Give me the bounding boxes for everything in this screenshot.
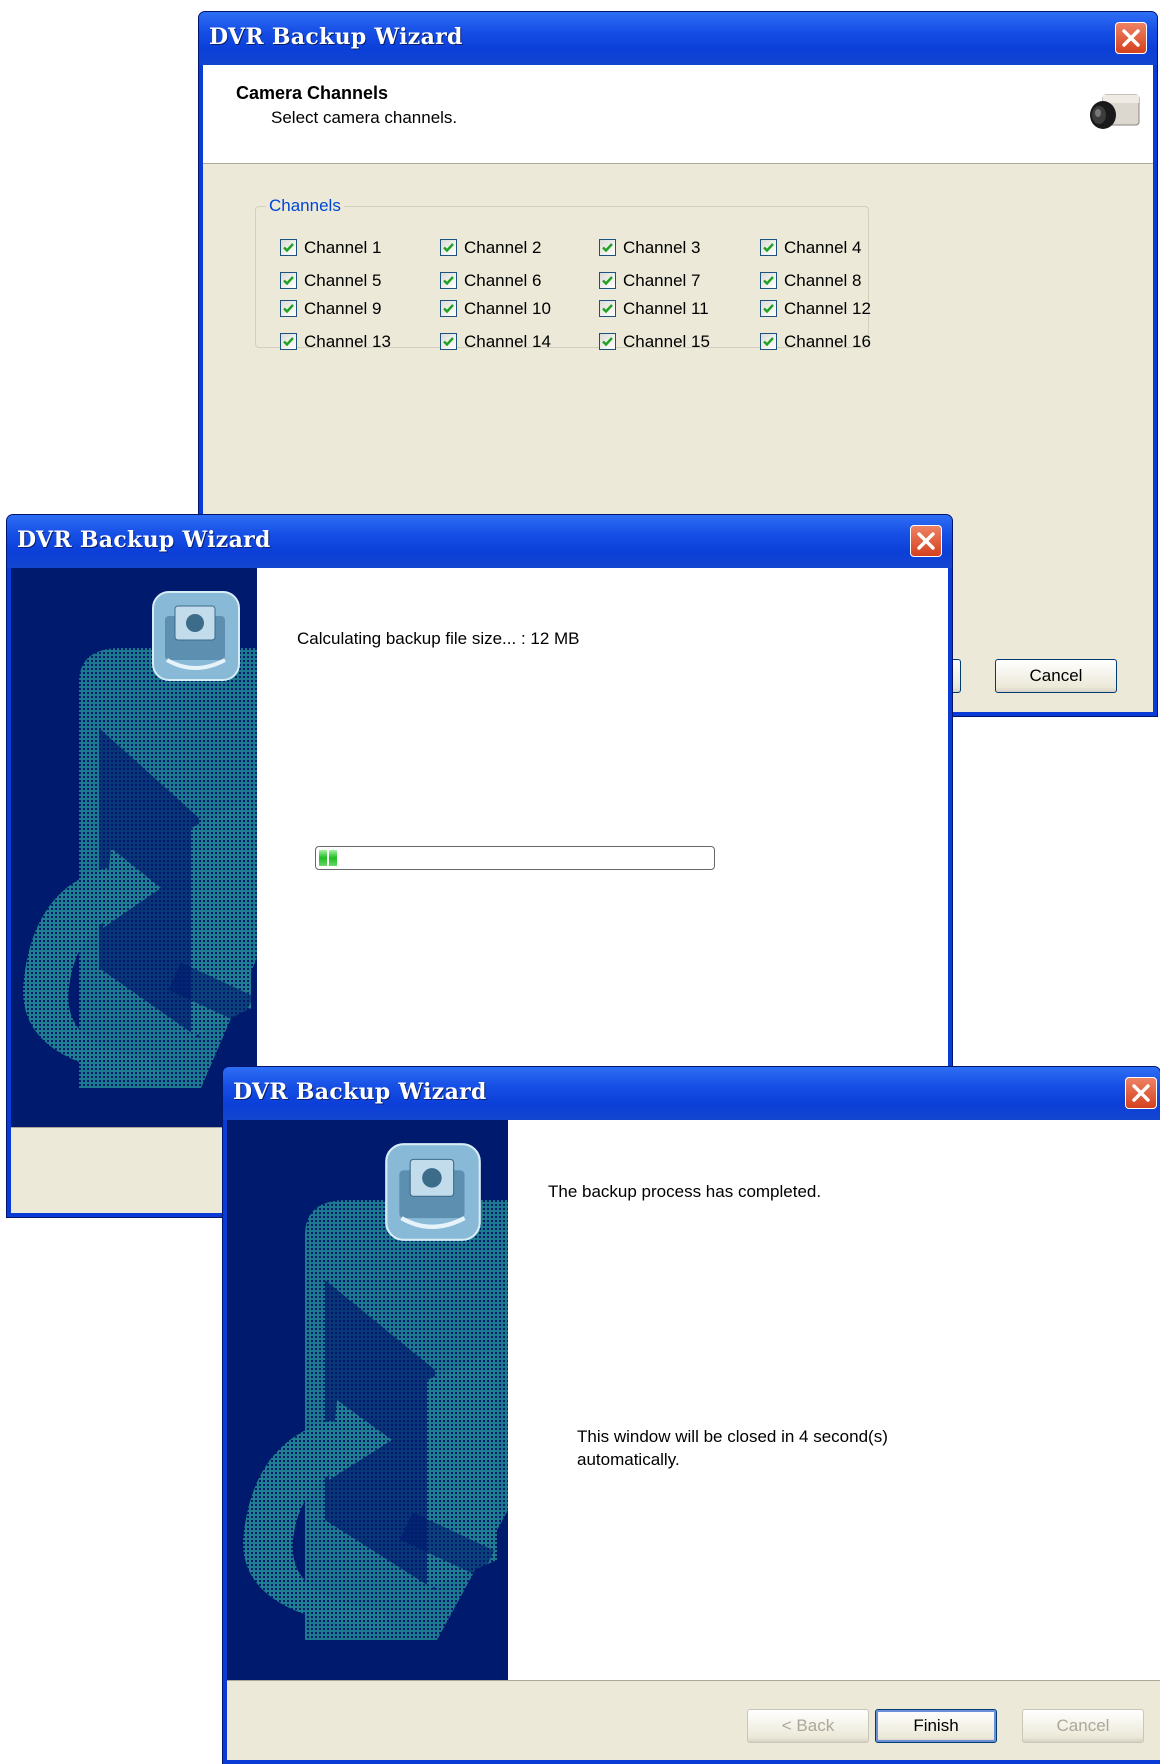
cancel-button[interactable]: Cancel: [1022, 1709, 1144, 1743]
title-bar[interactable]: DVR Backup Wizard: [223, 1067, 1160, 1120]
completion-message: The backup process has completed.: [548, 1182, 822, 1201]
checkmark-icon: [283, 304, 294, 314]
progress-segment: [329, 850, 337, 866]
group-label: Channels: [266, 196, 344, 216]
checkbox[interactable]: [760, 333, 777, 350]
channel-label: Channel 5: [304, 271, 382, 290]
close-button[interactable]: [1125, 1077, 1157, 1109]
wizard-header: Camera Channels Select camera channels.: [203, 65, 1153, 164]
checkbox[interactable]: [280, 300, 297, 317]
backup-device-icon: [152, 591, 240, 681]
channel-label: Channel 11: [623, 299, 709, 318]
checkmark-icon: [763, 304, 774, 314]
checkmark-icon: [763, 276, 774, 286]
checkmark-icon: [283, 276, 294, 286]
finish-button[interactable]: Finish: [875, 1709, 997, 1743]
window-title: DVR Backup Wizard: [233, 1079, 487, 1105]
channel-label: Channel 12: [784, 299, 871, 318]
checkmark-icon: [443, 304, 454, 314]
checkmark-icon: [602, 304, 613, 314]
checkbox[interactable]: [440, 272, 457, 289]
checkbox[interactable]: [599, 272, 616, 289]
wizard-footer: < Back Finish Cancel: [227, 1680, 1160, 1760]
window-client: The backup process has completed. This w…: [227, 1120, 1160, 1760]
checkbox[interactable]: [280, 333, 297, 350]
channel-label: Channel 13: [304, 332, 391, 351]
backup-device-icon: [385, 1143, 481, 1241]
checkmark-icon: [602, 276, 613, 286]
checkbox[interactable]: [599, 300, 616, 317]
channel-label: Channel 1: [304, 238, 382, 257]
close-icon: [917, 532, 935, 550]
wizard-side-panel: [227, 1120, 508, 1680]
progress-segment: [319, 850, 327, 866]
checkmark-icon: [602, 337, 613, 347]
checkbox[interactable]: [440, 300, 457, 317]
channel-label: Channel 7: [623, 271, 701, 290]
checkmark-icon: [443, 243, 454, 253]
channel-label: Channel 14: [464, 332, 551, 351]
channel-label: Channel 3: [623, 238, 701, 257]
channel-label: Channel 2: [464, 238, 542, 257]
checkbox[interactable]: [440, 239, 457, 256]
wizard-content: Calculating backup file size... : 12 MB: [257, 568, 948, 1127]
channel-label: Channel 15: [623, 332, 710, 351]
countdown-text-line1: This window will be closed in 4 second(s…: [577, 1427, 888, 1446]
checkmark-icon: [283, 243, 294, 253]
window-title: DVR Backup Wizard: [17, 527, 271, 553]
page-title: Camera Channels: [236, 83, 389, 103]
channel-label: Channel 10: [464, 299, 551, 318]
checkmark-icon: [443, 337, 454, 347]
close-icon: [1132, 1084, 1150, 1102]
channel-label: Channel 8: [784, 271, 862, 290]
wizard-side-panel: [11, 568, 257, 1127]
checkbox[interactable]: [280, 239, 297, 256]
checkmark-icon: [763, 243, 774, 253]
channel-label: Channel 16: [784, 332, 871, 351]
checkbox[interactable]: [599, 333, 616, 350]
close-button[interactable]: [910, 525, 942, 557]
checkmark-icon: [443, 276, 454, 286]
channel-label: Channel 6: [464, 271, 542, 290]
wizard-window-completed: DVR Backup Wizard The backup process has…: [223, 1067, 1160, 1764]
checkbox[interactable]: [440, 333, 457, 350]
window-title: DVR Backup Wizard: [209, 24, 463, 50]
close-button[interactable]: [1115, 22, 1147, 54]
checkbox[interactable]: [760, 300, 777, 317]
countdown-text-line2: automatically.: [577, 1450, 680, 1469]
status-text: Calculating backup file size... : 12 MB: [297, 629, 580, 648]
checkbox[interactable]: [760, 239, 777, 256]
channel-label: Channel 4: [784, 238, 862, 257]
camera-icon: [1090, 94, 1140, 129]
checkmark-icon: [602, 243, 613, 253]
title-bar[interactable]: DVR Backup Wizard: [199, 12, 1157, 65]
back-button[interactable]: < Back: [747, 1709, 869, 1743]
progress-fill: [319, 850, 339, 866]
close-icon: [1122, 29, 1140, 47]
checkmark-icon: [283, 337, 294, 347]
checkmark-icon: [763, 337, 774, 347]
checkbox[interactable]: [280, 272, 297, 289]
page-subtitle: Select camera channels.: [271, 108, 458, 127]
wizard-content: The backup process has completed. This w…: [508, 1120, 1160, 1680]
title-bar[interactable]: DVR Backup Wizard: [7, 515, 952, 568]
checkbox[interactable]: [599, 239, 616, 256]
checkbox[interactable]: [760, 272, 777, 289]
channel-label: Channel 9: [304, 299, 382, 318]
cancel-button[interactable]: Cancel: [995, 659, 1117, 693]
progress-bar: [315, 846, 715, 870]
